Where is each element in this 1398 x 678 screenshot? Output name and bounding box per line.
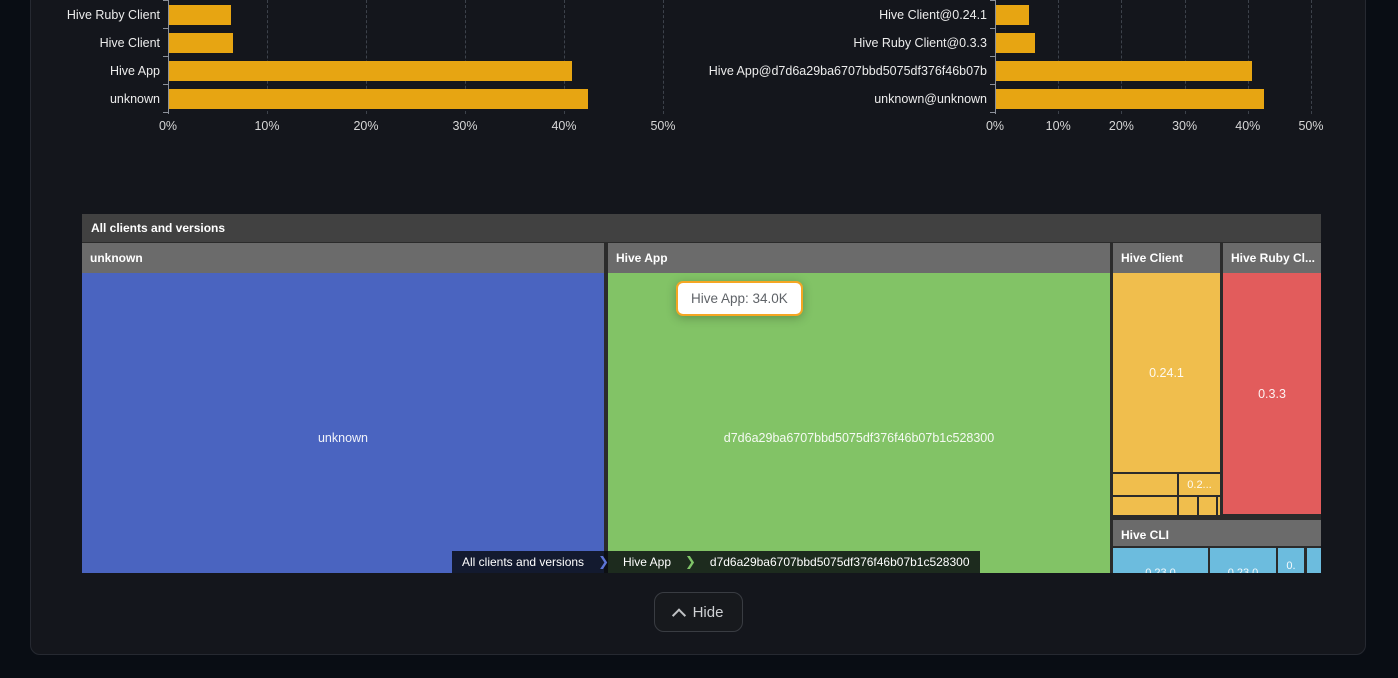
- treemap-block-0.2...[interactable]: 0.2...: [1179, 474, 1220, 495]
- y-axis-tick: [990, 84, 995, 85]
- breadcrumb-separator-icon: ❯: [681, 551, 700, 573]
- treemap-all-clients-and-versions: All clients and versionsunknownHive AppH…: [82, 214, 1321, 573]
- category-label: Hive App@d7d6a29ba6707bbd5075df376f46b07…: [667, 63, 987, 79]
- treemap-section-header-hive-client[interactable]: Hive Client: [1113, 243, 1220, 273]
- dashboard: Hive Ruby ClientHive ClientHive Appunkno…: [0, 0, 1398, 678]
- y-axis-tick: [990, 0, 995, 1]
- axis-tick-label: 0%: [970, 119, 1020, 133]
- axis-tick-label: 20%: [1096, 119, 1146, 133]
- bar-hive-ruby-client-0.3.3[interactable]: [996, 33, 1035, 53]
- treemap-block[interactable]: [1199, 497, 1216, 515]
- tooltip-text: Hive App: 34.0K: [691, 291, 788, 306]
- category-label: Hive Client@0.24.1: [667, 7, 987, 23]
- axis-tick-label: 10%: [1033, 119, 1083, 133]
- axis-tick-label: 40%: [1223, 119, 1273, 133]
- axis-tick-label: 30%: [1160, 119, 1210, 133]
- bar-hive-app-d7d6a29ba6707bbd5075df376f46b07[interactable]: [996, 61, 1252, 81]
- treemap-block[interactable]: [1218, 497, 1220, 515]
- treemap-section-header-hive-cli[interactable]: Hive CLI: [1113, 520, 1321, 546]
- tooltip: Hive App: 34.0K: [676, 281, 803, 316]
- treemap-section-header-unknown[interactable]: unknown: [82, 243, 604, 273]
- treemap-block-0.23.0[interactable]: 0.23.0: [1210, 548, 1276, 573]
- breadcrumb-item-hive-app[interactable]: Hive App: [613, 551, 681, 573]
- treemap-block-0.23.0[interactable]: 0.23.0: [1113, 548, 1208, 573]
- breadcrumb-separator-icon: ❯: [594, 551, 613, 573]
- breadcrumb-item-version-hash[interactable]: d7d6a29ba6707bbd5075df376f46b07b1c528300: [700, 551, 980, 573]
- treemap-section-header-hive-ruby-cl...[interactable]: Hive Ruby Cl...: [1223, 243, 1321, 273]
- gridline: [1311, 0, 1312, 114]
- hide-button-label: Hide: [693, 604, 724, 621]
- treemap-block[interactable]: [1179, 497, 1197, 515]
- treemap-block[interactable]: [1113, 474, 1177, 495]
- treemap-block[interactable]: [1307, 548, 1321, 573]
- category-label: Hive Ruby Client@0.3.3: [667, 35, 987, 51]
- category-label: unknown@unknown: [667, 91, 987, 107]
- treemap-section-header-hive-app[interactable]: Hive App: [608, 243, 1110, 273]
- treemap-block[interactable]: [1113, 497, 1177, 515]
- treemap-block-0.24.1[interactable]: 0.24.1: [1113, 273, 1220, 472]
- y-axis-tick: [990, 28, 995, 29]
- chevron-up-icon: [671, 608, 685, 622]
- y-axis-tick: [990, 56, 995, 57]
- treemap-block-0.3.3[interactable]: 0.3.3: [1223, 273, 1321, 514]
- hide-button[interactable]: Hide: [654, 592, 743, 632]
- axis-tick-label: 50%: [1286, 119, 1336, 133]
- breadcrumb: All clients and versions ❯ Hive App ❯ d7…: [452, 551, 980, 573]
- treemap-title[interactable]: All clients and versions: [82, 214, 1321, 242]
- bar-unknown-unknown[interactable]: [996, 89, 1264, 109]
- treemap-block-0.[interactable]: 0.: [1278, 548, 1304, 573]
- breadcrumb-item-all-clients-and-versions[interactable]: All clients and versions: [452, 551, 594, 573]
- treemap-block-unknown[interactable]: unknown: [82, 273, 604, 573]
- bar-hive-client-0.24.1[interactable]: [996, 5, 1029, 25]
- treemap-block-d7d6a29ba6707bbd5075df376f46b07b1c528300[interactable]: d7d6a29ba6707bbd5075df376f46b07b1c528300: [608, 273, 1110, 573]
- y-axis-tick: [990, 112, 995, 113]
